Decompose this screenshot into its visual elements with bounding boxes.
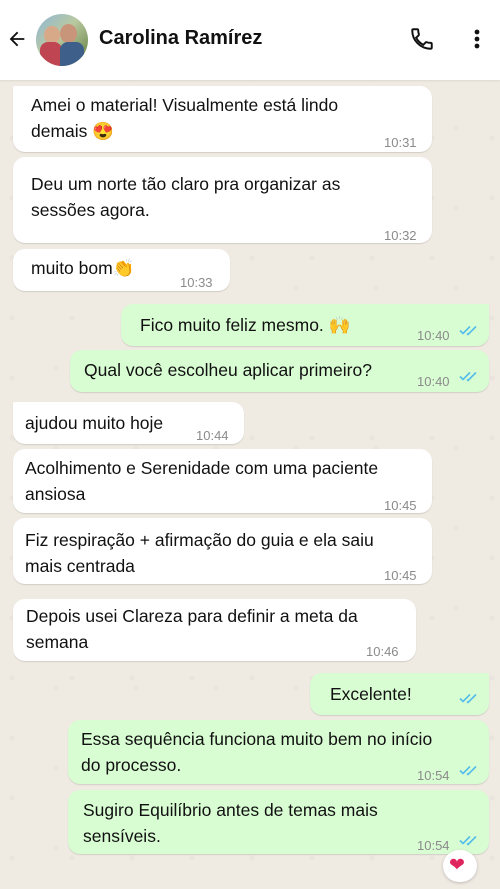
message-text: mais centrada (25, 556, 135, 576)
message-time: 10:32 (384, 228, 417, 243)
phone-icon[interactable] (409, 26, 435, 52)
message-bubble-incoming[interactable]: Amei o material! Visualmente está lindo … (13, 86, 432, 152)
reaction-badge[interactable]: ❤ (443, 850, 477, 882)
message-time: 10:44 (196, 428, 229, 443)
message-time: 10:46 (366, 644, 399, 659)
message-text: Acolhimento e Serenidade com uma pacient… (25, 458, 379, 478)
back-arrow-icon[interactable] (6, 28, 28, 50)
message-bubble-outgoing[interactable]: Essa sequência funciona muito bem no iní… (68, 720, 489, 784)
message-bubble-incoming[interactable]: ajudou muito hoje 10:44 (13, 402, 244, 444)
message-text: muito bom👏 (31, 258, 135, 278)
message-text: Qual você escolheu aplicar primeiro? (84, 360, 372, 380)
message-time: 10:45 (384, 498, 417, 513)
message-text: ajudou muito hoje (25, 413, 164, 433)
double-check-icon (459, 371, 477, 382)
message-time: 10:54 (417, 838, 450, 853)
message-text: Excelente! (330, 684, 412, 704)
message-text: do processo. (81, 755, 182, 775)
message-bubble-incoming[interactable]: muito bom👏 10:33 (13, 249, 230, 291)
message-bubble-incoming[interactable]: Depois usei Clareza para definir a meta … (13, 599, 416, 661)
message-text: Deu um norte tão claro pra organizar as (31, 174, 341, 194)
heart-icon: ❤ (449, 855, 465, 876)
message-text: Sugiro Equilíbrio antes de temas mais (83, 800, 378, 820)
message-bubble-outgoing[interactable]: Sugiro Equilíbrio antes de temas mais se… (68, 790, 489, 854)
message-bubble-incoming[interactable]: Acolhimento e Serenidade com uma pacient… (13, 449, 432, 513)
message-text: sessões agora. (31, 200, 150, 220)
message-bubble-outgoing[interactable]: Qual você escolheu aplicar primeiro? 10:… (70, 350, 489, 392)
message-text: demais 😍 (31, 121, 115, 141)
message-bubble-incoming[interactable]: Fiz respiração + afirmação do guia e ela… (13, 518, 432, 584)
double-check-icon (459, 835, 477, 846)
message-text: Fico muito feliz mesmo. 🙌 (140, 315, 351, 335)
chat-header: Carolina Ramírez (0, 0, 500, 80)
double-check-icon (459, 693, 477, 704)
message-bubble-outgoing[interactable]: Fico muito feliz mesmo. 🙌 10:40 (121, 304, 489, 346)
double-check-icon (459, 765, 477, 776)
message-text: ansiosa (25, 484, 86, 504)
message-time: 10:40 (417, 328, 450, 343)
message-text: Essa sequência funciona muito bem no iní… (81, 729, 433, 749)
avatar[interactable] (36, 14, 88, 66)
message-time: 10:54 (417, 768, 450, 783)
more-vertical-icon[interactable] (466, 26, 488, 52)
message-text: Amei o material! Visualmente está lindo (31, 95, 339, 115)
message-text: semana (26, 632, 89, 652)
message-text: sensíveis. (83, 826, 161, 846)
message-text: Depois usei Clareza para definir a meta … (26, 606, 358, 626)
message-bubble-incoming[interactable]: Deu um norte tão claro pra organizar as … (13, 157, 432, 243)
message-text: Fiz respiração + afirmação do guia e ela… (25, 530, 374, 550)
contact-name[interactable]: Carolina Ramírez (99, 27, 262, 50)
message-time: 10:45 (384, 568, 417, 583)
message-time: 10:33 (180, 275, 213, 290)
message-time: 10:31 (384, 135, 417, 150)
double-check-icon (459, 325, 477, 336)
message-time: 10:40 (417, 374, 450, 389)
message-bubble-outgoing[interactable]: Excelente! (310, 673, 489, 715)
